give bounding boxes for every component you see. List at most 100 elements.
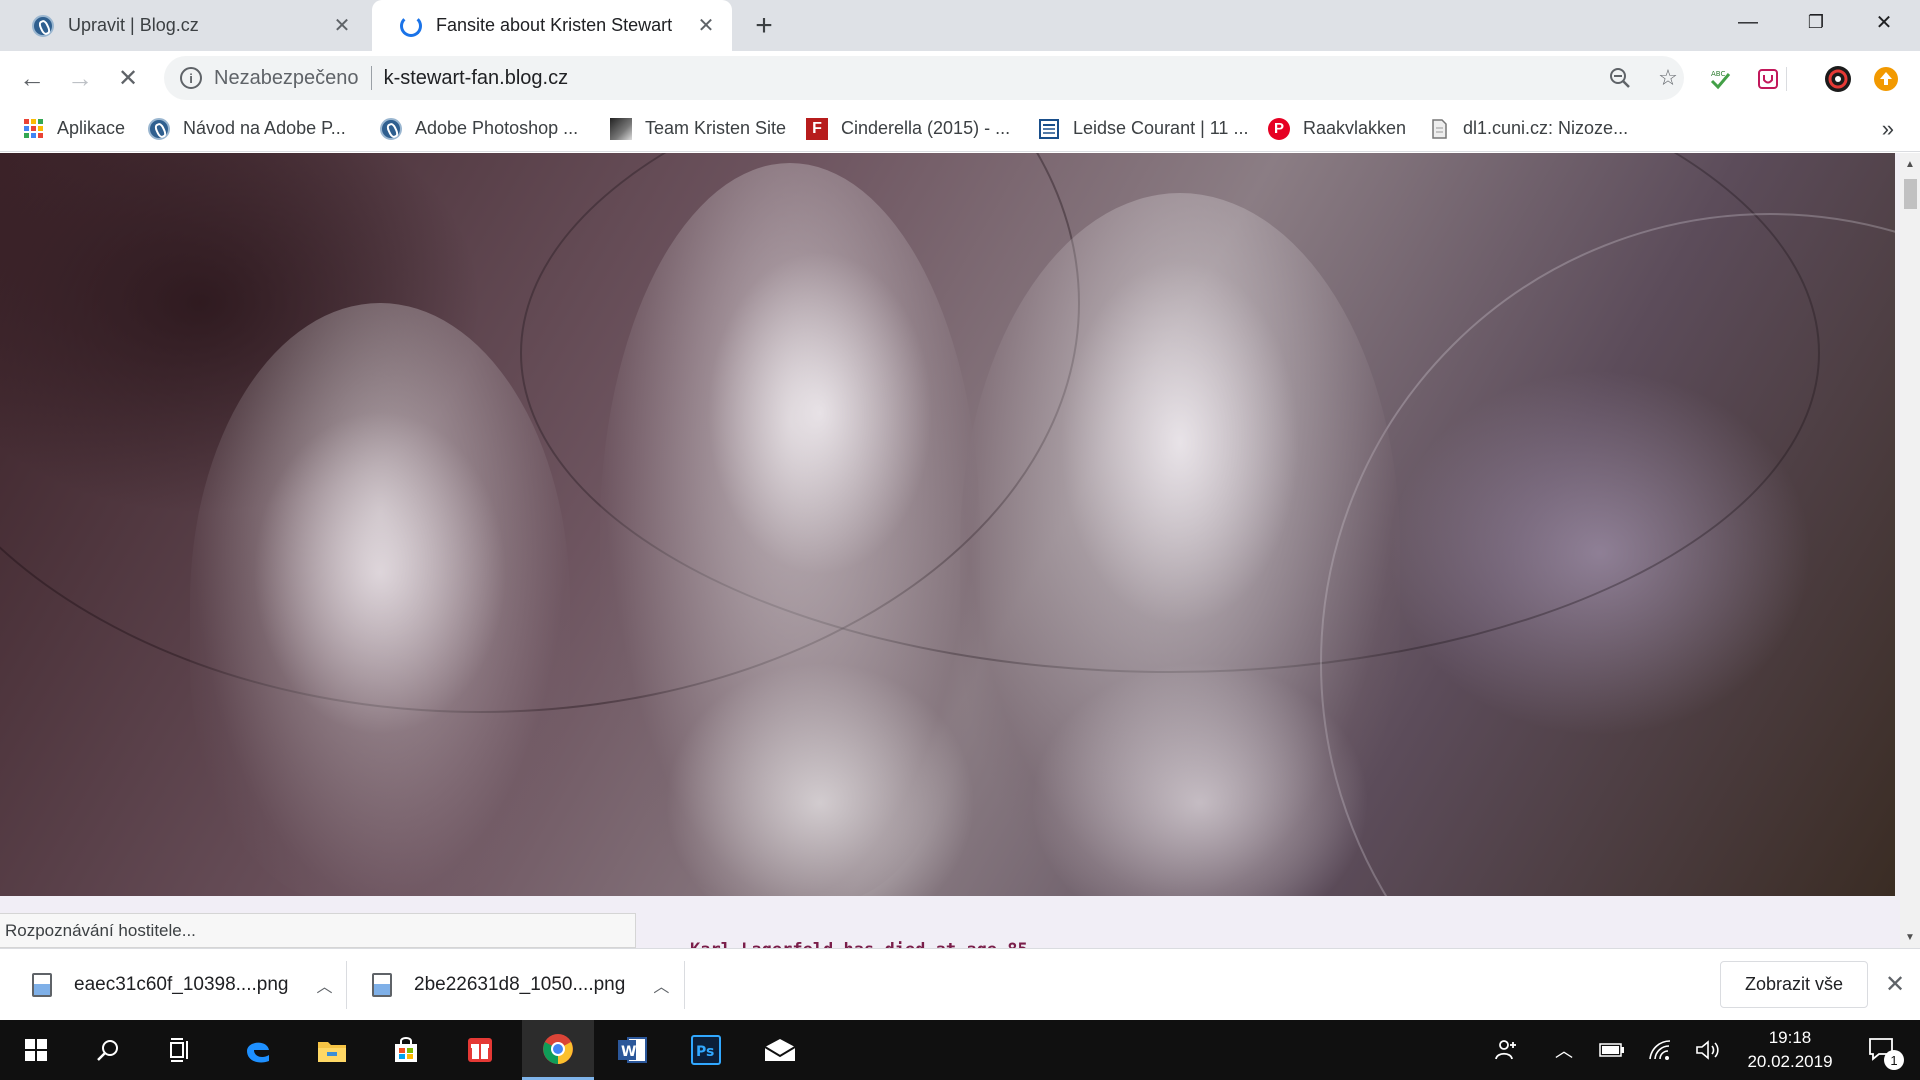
download-filename: eaec31c60f_10398....png	[74, 974, 289, 995]
bookmarks-overflow-button[interactable]: »	[1882, 105, 1894, 152]
svg-text:W: W	[621, 1044, 636, 1060]
svg-text:ABC: ABC	[1711, 70, 1725, 78]
tab-fansite[interactable]: Fansite about Kristen Stewart ✕	[372, 0, 732, 51]
blog-cz-icon	[32, 14, 54, 37]
scroll-thumb[interactable]	[1904, 179, 1917, 209]
chevron-up-icon[interactable]: ︿	[316, 973, 332, 997]
bookmark-navod-adobe[interactable]: Návod na Adobe P...	[148, 105, 346, 152]
divider	[346, 961, 347, 1009]
search-icon[interactable]	[72, 1020, 144, 1080]
start-windows-icon[interactable]	[0, 1020, 72, 1080]
url-text[interactable]: k-stewart-fan.blog.cz	[384, 67, 569, 90]
close-tab-icon[interactable]: ✕	[694, 14, 718, 38]
portrait-figure-left	[190, 303, 570, 896]
bookmark-raakvlakken[interactable]: P Raakvlakken	[1268, 105, 1406, 152]
shield-extension-icon[interactable]	[1754, 65, 1782, 93]
blog-cz-icon	[380, 117, 402, 140]
f-letter-icon: F	[806, 117, 828, 140]
battery-icon[interactable]	[1592, 1020, 1632, 1080]
bookmark-team-kristen[interactable]: Team Kristen Site	[610, 105, 786, 152]
download-shelf: eaec31c60f_10398....png ︿ 2be22631d8_105…	[0, 948, 1920, 1020]
bookmark-label: Leidse Courant | 11 ...	[1073, 118, 1249, 138]
svg-text:Ps: Ps	[696, 1044, 714, 1060]
vertical-scrollbar[interactable]: ▲ ▼	[1900, 153, 1920, 948]
tab-title: Fansite about Kristen Stewart	[436, 15, 673, 35]
bookmark-star-icon[interactable]: ☆	[1648, 56, 1688, 100]
clock-date: 20.02.2019	[1747, 1052, 1833, 1071]
bookmark-adobe-photoshop[interactable]: Adobe Photoshop ...	[380, 105, 578, 152]
info-icon[interactable]: i	[180, 67, 202, 89]
abc-check-extension-icon[interactable]: ABC	[1706, 65, 1734, 93]
close-download-shelf-icon[interactable]: ✕	[1880, 967, 1910, 1001]
forward-button[interactable]: →	[62, 60, 98, 96]
tab-title: Upravit | Blog.cz	[68, 15, 199, 35]
toolbar-divider	[1786, 67, 1787, 91]
update-available-icon[interactable]	[1872, 65, 1900, 93]
image-file-icon	[32, 973, 52, 997]
clock-time: 19:18	[1768, 1028, 1812, 1047]
mail-icon[interactable]	[744, 1020, 816, 1080]
download-item[interactable]: eaec31c60f_10398....png ︿	[32, 949, 332, 1021]
scroll-down-arrow-icon[interactable]: ▼	[1900, 928, 1920, 946]
apps-grid-icon	[22, 118, 44, 140]
browser-toolbar: ← → ✕ i Nezabezpečeno k-stewart-fan.blog…	[0, 51, 1920, 105]
windows-taskbar: W Ps ︿ 19:18 20.02.2019 1	[0, 1020, 1920, 1080]
window-close-button[interactable]: ✕	[1854, 0, 1914, 44]
scroll-up-arrow-icon[interactable]: ▲	[1900, 155, 1920, 173]
back-button[interactable]: ←	[14, 60, 50, 96]
photoshop-icon[interactable]: Ps	[670, 1020, 742, 1080]
close-tab-icon[interactable]: ✕	[330, 14, 354, 38]
notification-count-badge: 1	[1884, 1050, 1904, 1070]
word-icon[interactable]: W	[596, 1020, 668, 1080]
image-file-icon	[372, 973, 392, 997]
portrait-figure-right	[960, 193, 1400, 896]
profile-avatar[interactable]	[1824, 65, 1852, 93]
notification-center-icon[interactable]: 1	[1852, 1020, 1912, 1080]
people-icon[interactable]	[1486, 1020, 1526, 1080]
loading-status-bar: Rozpoznávání hostitele...	[0, 913, 636, 948]
task-view-icon[interactable]	[144, 1020, 216, 1080]
tab-strip: Upravit | Blog.cz ✕ Fansite about Kriste…	[0, 0, 1920, 51]
newspaper-icon	[1038, 118, 1060, 140]
volume-icon[interactable]	[1688, 1020, 1728, 1080]
zoom-out-icon[interactable]	[1600, 56, 1640, 100]
address-bar[interactable]: i Nezabezpečeno k-stewart-fan.blog.cz ☆	[164, 56, 1684, 100]
store-icon[interactable]	[370, 1020, 442, 1080]
maximize-button[interactable]: ❐	[1786, 0, 1846, 44]
bookmark-aplikace[interactable]: Aplikace	[22, 105, 125, 152]
bookmark-label: Raakvlakken	[1303, 118, 1407, 138]
stop-loading-button[interactable]: ✕	[110, 60, 146, 96]
loading-spinner-icon	[400, 14, 422, 37]
portrait-figure-center	[600, 163, 980, 896]
minimize-button[interactable]: —	[1718, 0, 1778, 44]
download-filename: 2be22631d8_1050....png	[414, 974, 626, 995]
document-icon	[1428, 118, 1450, 140]
bookmark-label: Návod na Adobe P...	[183, 118, 346, 138]
bookmark-label: Cinderella (2015) - ...	[841, 118, 1011, 138]
security-label[interactable]: Nezabezpečeno	[214, 67, 359, 90]
page-viewport[interactable]: Karl Lagerfeld has died at age 85 Rozpoz…	[0, 153, 1900, 948]
chevron-up-icon[interactable]: ︿	[1544, 1020, 1584, 1080]
chevron-up-icon[interactable]: ︿	[653, 973, 669, 997]
bookmark-dl1-cuni[interactable]: dl1.cuni.cz: Nizoze...	[1428, 105, 1628, 152]
bookmark-label: dl1.cuni.cz: Nizoze...	[1463, 118, 1629, 138]
tab-upravit-blog[interactable]: Upravit | Blog.cz ✕	[4, 0, 368, 51]
gift-app-icon[interactable]	[444, 1020, 516, 1080]
bookmark-label: Team Kristen Site	[645, 118, 787, 138]
edge-icon[interactable]	[222, 1020, 294, 1080]
new-tab-button[interactable]: +	[748, 9, 780, 42]
wifi-icon[interactable]	[1640, 1020, 1680, 1080]
bookmark-label: Adobe Photoshop ...	[415, 118, 579, 138]
bookmark-leidse-courant[interactable]: Leidse Courant | 11 ...	[1038, 105, 1248, 152]
header-banner-image	[0, 153, 1895, 896]
pinterest-icon: P	[1268, 117, 1290, 140]
system-clock[interactable]: 19:18 20.02.2019	[1730, 1026, 1850, 1074]
show-all-downloads-button[interactable]: Zobrazit vše	[1720, 961, 1868, 1008]
chrome-icon[interactable]	[522, 1020, 594, 1080]
blog-cz-icon	[148, 117, 170, 140]
divider	[370, 66, 372, 90]
download-item[interactable]: 2be22631d8_1050....png ︿	[372, 949, 669, 1021]
file-explorer-icon[interactable]	[296, 1020, 368, 1080]
article-title-link[interactable]: Karl Lagerfeld has died at age 85	[690, 939, 1028, 948]
bookmark-cinderella[interactable]: F Cinderella (2015) - ...	[806, 105, 1010, 152]
